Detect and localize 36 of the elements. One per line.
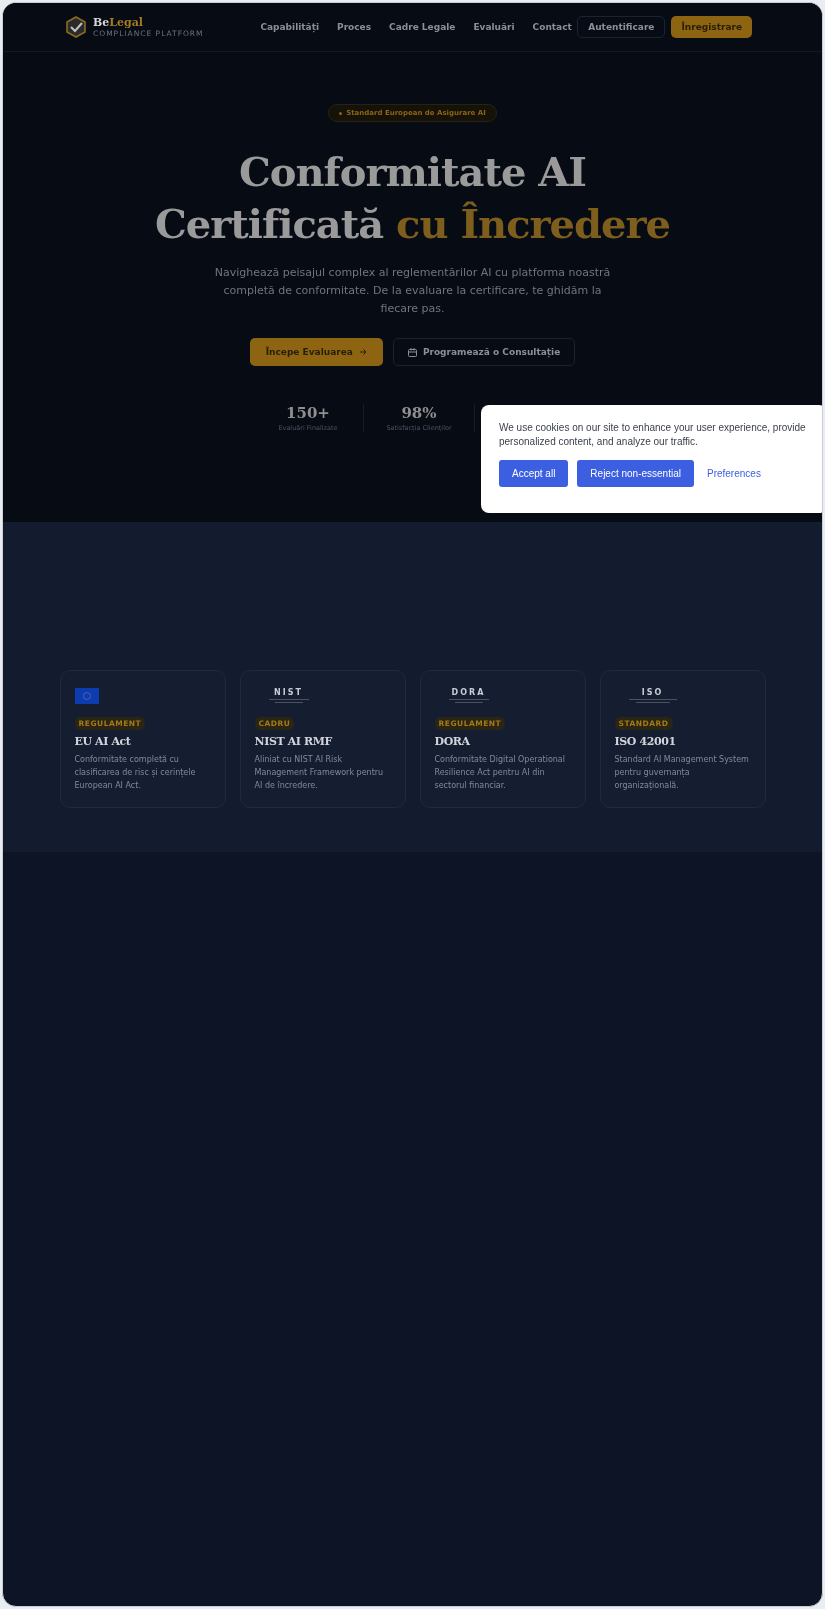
framework-description: Conformitate Digital Operational Resilience Act pentru AI din sectorul financiar. (434, 754, 566, 792)
logo-text: DORA (451, 688, 486, 697)
calendar-icon (407, 347, 417, 357)
framework-title: ISO 42001 (614, 735, 677, 748)
hero-title: Conformitate AI Certificată cu Încredere (155, 147, 670, 249)
flag-icon (74, 688, 99, 704)
subtitle-lines-icon (628, 699, 677, 704)
arrow-right-icon (358, 348, 367, 356)
stat-value: 98% (401, 404, 437, 422)
stat-value: 150+ (286, 404, 330, 422)
logo-text: ISO (641, 688, 664, 697)
brand-name: BeLegal (93, 16, 145, 29)
framework-description: Aliniat cu NIST AI Risk Management Framework pentru AI de încredere. (254, 754, 385, 792)
reject-non-essential-button[interactable]: Reject non-essential (577, 460, 694, 487)
register-button[interactable]: Înregistrare (671, 16, 752, 38)
nav-link[interactable]: Cadre Legale (389, 22, 456, 32)
subtitle-lines-icon (268, 699, 309, 704)
framework-title: NIST AI RMF (254, 735, 334, 748)
nav-link[interactable]: Contact (532, 22, 572, 32)
schedule-consultation-button[interactable]: Programează o Consultație (392, 338, 576, 366)
framework-title: DORA (434, 735, 471, 748)
framework-description: Standard AI Management System pentru guvernanța organizațională. (614, 754, 750, 792)
nav-link[interactable]: Proces (337, 22, 372, 32)
start-assessment-button[interactable]: Începe Evaluarea (249, 338, 383, 366)
framework-description: Conformitate completă cu clasificarea de risc și cerințele European AI Act. (74, 754, 197, 792)
login-button[interactable]: Autentificare (577, 16, 666, 38)
subtitle-lines-icon (448, 699, 489, 704)
nav-link[interactable]: Evaluări (473, 22, 515, 32)
accept-all-button[interactable]: Accept all (499, 460, 569, 487)
cookie-message: We use cookies on our site to enhance your user experience, provide personalized content, and analyze our traffic. (499, 421, 807, 449)
nav-link[interactable]: Capabilități (260, 22, 320, 32)
preferences-link[interactable]: Preferences (706, 468, 761, 479)
framework-title: EU AI Act (74, 735, 132, 748)
hero-description: Navighează peisajul complex al reglementărilor AI cu platforma noastră completă de conformitate. De la evaluare la certificare, te ghidăm la fiecare pas. (213, 265, 612, 317)
logo-text: NIST (274, 688, 303, 697)
shield-check-logo-icon (65, 16, 87, 38)
